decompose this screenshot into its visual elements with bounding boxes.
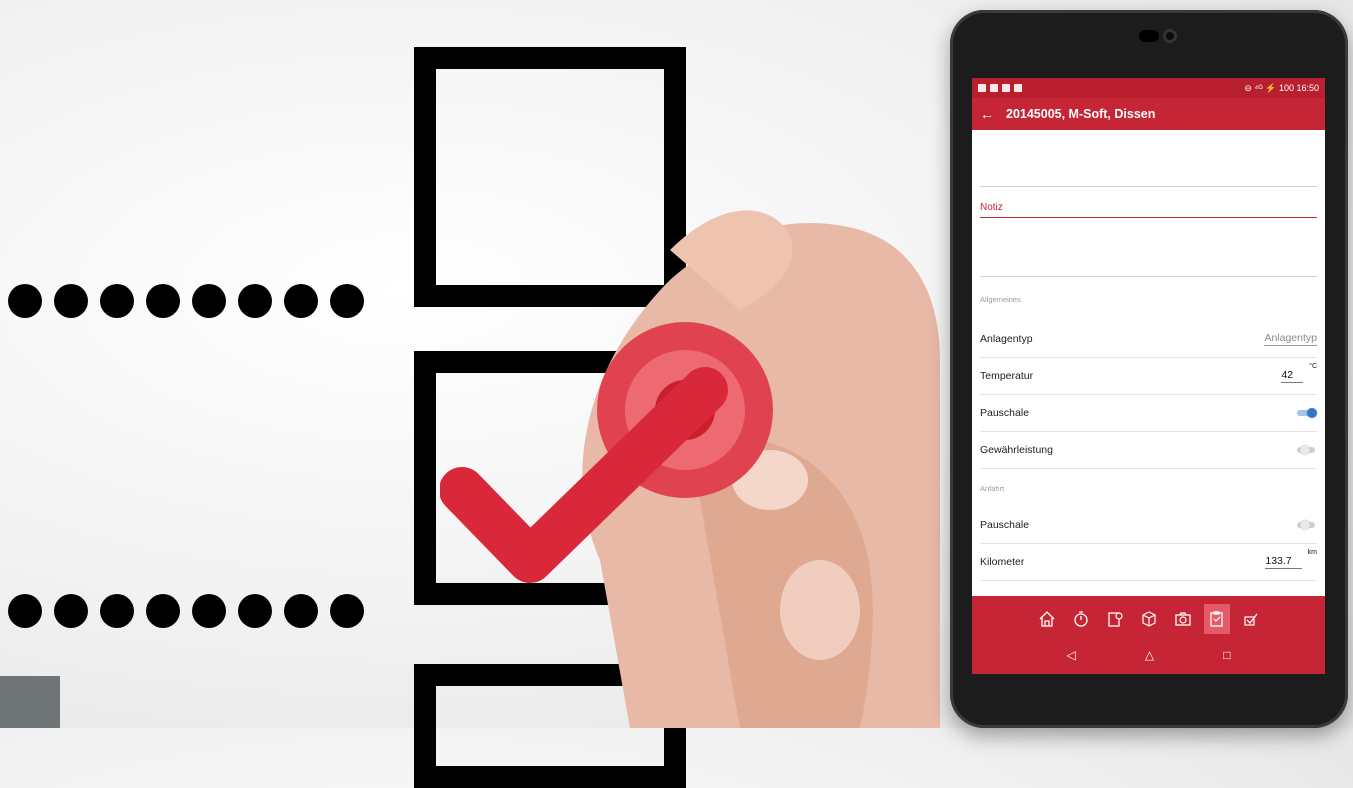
switch-knob — [1300, 445, 1310, 455]
nav-home-icon[interactable]: △ — [1145, 648, 1154, 662]
gewaehrleistung-toggle[interactable] — [1297, 445, 1317, 455]
temperatur-label: Temperatur — [980, 370, 1034, 382]
form: Notiz Allgemeines Anlagentyp Anlagentyp … — [972, 130, 1325, 581]
switch-knob — [1307, 408, 1317, 418]
temperatur-field: 42 °C — [1281, 363, 1317, 383]
app-screen: ⊖ ⁴ᴳ ⚡ 100 16:50 ← 20145005, M-Soft, Dis… — [972, 78, 1325, 674]
tab-report[interactable] — [1102, 604, 1128, 634]
temperatur-input[interactable]: 42 — [1281, 369, 1304, 383]
dot — [238, 594, 272, 628]
anlagentyp-label: Anlagentyp — [980, 333, 1033, 345]
anfahrt-pauschale-toggle[interactable] — [1297, 520, 1317, 530]
nav-back-icon[interactable]: ◁ — [1067, 648, 1076, 662]
tab-time[interactable] — [1068, 604, 1094, 634]
kilometer-label: Kilometer — [980, 556, 1025, 568]
dot — [100, 594, 134, 628]
dot — [284, 284, 318, 318]
dot — [192, 284, 226, 318]
row-gewaehrleistung: Gewährleistung — [980, 432, 1317, 469]
dot — [146, 284, 180, 318]
dot — [54, 594, 88, 628]
section-header-travel: Anfahrt — [980, 483, 1005, 493]
dot-row-top — [8, 284, 364, 318]
gewaehrleistung-label: Gewährleistung — [980, 444, 1053, 456]
kilometer-unit: km — [1307, 549, 1317, 556]
checkbox-icon — [1243, 613, 1258, 626]
tab-bar — [972, 596, 1325, 638]
tab-photo[interactable] — [1170, 604, 1196, 634]
row-temperatur: Temperatur 42 °C — [980, 358, 1317, 395]
gray-block — [0, 676, 60, 728]
front-camera-icon — [1163, 29, 1177, 43]
tab-home[interactable] — [1034, 604, 1060, 634]
dot — [100, 284, 134, 318]
dot-row-bottom — [8, 594, 364, 628]
row-anlagentyp: Anlagentyp Anlagentyp — [980, 321, 1317, 358]
tab-complete[interactable] — [1238, 604, 1264, 634]
notification-icon — [1014, 84, 1022, 92]
row-anfahrt-pauschale: Pauschale — [980, 507, 1317, 544]
stopwatch-icon — [1073, 611, 1088, 627]
pauschale-toggle[interactable] — [1297, 408, 1317, 418]
dot — [8, 594, 42, 628]
dot — [284, 594, 318, 628]
dot — [330, 284, 364, 318]
text-field-top[interactable] — [980, 130, 1317, 187]
row-pauschale: Pauschale — [980, 395, 1317, 432]
kilometer-field: 133.7 km — [1265, 549, 1317, 569]
tab-material[interactable] — [1136, 604, 1162, 634]
anfahrt-pauschale-label: Pauschale — [980, 519, 1030, 531]
anlagentyp-input[interactable]: Anlagentyp — [1264, 332, 1317, 346]
nav-recent-icon[interactable]: □ — [1223, 648, 1230, 662]
dot — [192, 594, 226, 628]
section-header-general: Allgemeines — [980, 294, 1021, 304]
app-bar: ← 20145005, M-Soft, Dissen — [972, 98, 1325, 130]
camera-icon — [1174, 612, 1191, 626]
dot — [330, 594, 364, 628]
notification-icon — [1002, 84, 1010, 92]
tab-protocol-active[interactable] — [1203, 604, 1230, 634]
dot — [238, 284, 272, 318]
switch-knob — [1300, 520, 1310, 530]
notiz-label: Notiz — [980, 187, 1317, 218]
home-icon — [1039, 611, 1054, 627]
earpiece — [1139, 30, 1159, 42]
row-kilometer: Kilometer 133.7 km — [980, 544, 1317, 581]
notification-icon — [978, 84, 986, 92]
notification-icon — [990, 84, 998, 92]
clipboard-clock-icon — [1107, 612, 1123, 627]
temperatur-unit: °C — [1309, 363, 1317, 370]
bottom-navigation: ◁ △ □ — [972, 596, 1325, 674]
dot — [146, 594, 180, 628]
android-navbar: ◁ △ □ — [972, 638, 1325, 672]
smartphone: ⊖ ⁴ᴳ ⚡ 100 16:50 ← 20145005, M-Soft, Dis… — [950, 10, 1348, 728]
notiz-input[interactable] — [980, 218, 1317, 277]
status-bar: ⊖ ⁴ᴳ ⚡ 100 16:50 — [972, 78, 1325, 98]
clipboard-edit-icon — [1209, 611, 1223, 627]
kilometer-input[interactable]: 133.7 — [1265, 555, 1302, 569]
status-info: ⊖ ⁴ᴳ ⚡ 100 16:50 — [1244, 82, 1319, 93]
pauschale-label: Pauschale — [980, 407, 1030, 419]
hand-with-marker-illustration — [440, 210, 940, 728]
notification-icons — [978, 84, 1022, 92]
dot — [8, 284, 42, 318]
dot — [54, 284, 88, 318]
arrow-left-icon[interactable]: ← — [980, 106, 994, 122]
page-title: 20145005, M-Soft, Dissen — [1006, 107, 1156, 121]
box-icon — [1141, 611, 1156, 627]
